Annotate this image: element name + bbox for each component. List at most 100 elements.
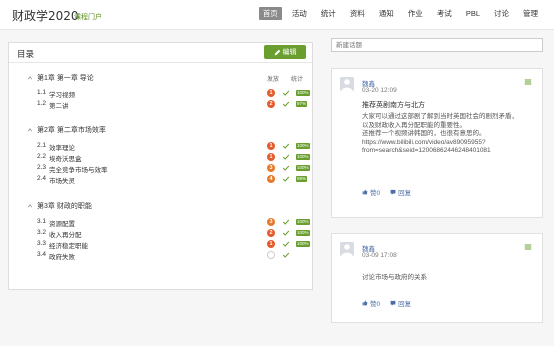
nav-materials[interactable]: 资料 bbox=[346, 7, 369, 20]
post-date: 03-09 17:08 bbox=[362, 252, 397, 259]
check-icon bbox=[282, 219, 290, 225]
toc-row[interactable]: 3.1 资源配置 3 100% bbox=[9, 218, 312, 228]
like-button[interactable]: 赞0 bbox=[362, 298, 380, 308]
check-icon bbox=[282, 176, 290, 182]
toc-title: 目录 bbox=[17, 49, 35, 59]
task-count-badge: 1 bbox=[267, 89, 275, 97]
discussion-post: 魏鑫 03-09 17:08 讨论市场与政府的关系 赞0 回复 bbox=[331, 233, 543, 323]
reply-button[interactable]: 回复 bbox=[390, 187, 411, 197]
post-actions: 赞0 回复 bbox=[362, 298, 411, 308]
toc-row[interactable]: 1.1 学习视频 1 100% bbox=[9, 89, 312, 99]
toc-row[interactable]: 2.2 埃奇沃思盒 1 100% bbox=[9, 153, 312, 163]
nav-discussion[interactable]: 讨论 bbox=[490, 7, 513, 20]
reply-button[interactable]: 回复 bbox=[390, 298, 411, 308]
toc-row[interactable]: 3.3 经济稳定职能 1 100% bbox=[9, 240, 312, 250]
col-publish-header: 发放 bbox=[267, 77, 280, 83]
user-avatar-icon bbox=[341, 79, 353, 91]
post-link-line[interactable]: from=search&seid=12006862446248401081 bbox=[362, 147, 536, 156]
section-number: 3.1 bbox=[37, 218, 47, 225]
post-body: 大家可以通过这部剧了解到当时英国社会的剧烈矛盾， 以及财政收入再分配职能的重要性… bbox=[362, 113, 536, 156]
section-name[interactable]: 学习视频 bbox=[49, 89, 75, 99]
nav-exam[interactable]: 考试 bbox=[433, 7, 456, 20]
menu-icon[interactable] bbox=[524, 243, 532, 251]
post-body-line: 还推荐一个视频讲韩国的，也很有意思的。 bbox=[362, 130, 486, 137]
section-name[interactable]: 资源配置 bbox=[49, 218, 75, 228]
post-actions: 赞0 回复 bbox=[362, 187, 411, 197]
avatar[interactable] bbox=[340, 242, 354, 256]
section-name[interactable]: 埃奇沃思盒 bbox=[49, 153, 82, 163]
nav-homework[interactable]: 作业 bbox=[404, 7, 427, 20]
nav-activity[interactable]: 活动 bbox=[288, 7, 311, 20]
reply-icon bbox=[390, 300, 396, 306]
post-body-line: 以及财政收入再分配职能的重要性。 bbox=[362, 121, 466, 129]
task-count-badge: 1 bbox=[267, 142, 275, 150]
like-count: 赞0 bbox=[370, 301, 381, 308]
task-count-badge: 1 bbox=[267, 240, 275, 248]
post-title[interactable]: 推荐英剧南方与北方 bbox=[362, 100, 425, 110]
section-name[interactable]: 市场失灵 bbox=[49, 175, 75, 185]
nav-manage[interactable]: 管理 bbox=[519, 7, 542, 20]
section-name[interactable]: 效率理论 bbox=[49, 142, 75, 152]
like-button[interactable]: 赞0 bbox=[362, 187, 380, 197]
user-avatar-icon bbox=[341, 244, 353, 256]
toc-header: 目录 编辑 bbox=[9, 43, 312, 63]
section-name[interactable]: 完全竞争市场与效率 bbox=[49, 164, 108, 174]
nav-stats[interactable]: 统计 bbox=[317, 7, 340, 20]
course-title: 财政学2020 bbox=[12, 9, 79, 23]
section-number: 2.2 bbox=[37, 153, 47, 160]
task-count-badge: 2 bbox=[267, 100, 275, 108]
completion-badge: 100% bbox=[296, 165, 310, 171]
section-number: 2.4 bbox=[37, 175, 47, 182]
menu-icon[interactable] bbox=[524, 78, 532, 86]
section-name[interactable]: 第二讲 bbox=[49, 100, 69, 110]
nav-pbl[interactable]: PBL bbox=[462, 7, 484, 20]
check-icon bbox=[282, 165, 290, 171]
completion-badge: 98% bbox=[296, 176, 308, 182]
avatar[interactable] bbox=[340, 77, 354, 91]
chevron-up-icon[interactable] bbox=[27, 75, 33, 81]
col-stats-header: 统计 bbox=[291, 77, 304, 83]
discussion-post: 魏鑫 03-20 12:09 推荐英剧南方与北方 大家可以通过这部剧了解到当时英… bbox=[331, 68, 543, 218]
thumbs-up-icon bbox=[362, 189, 368, 195]
chapter-title: 第1章 第一章 导论 bbox=[37, 75, 94, 82]
course-portal-link[interactable]: 课程门户 bbox=[74, 12, 102, 22]
toc-row[interactable]: 2.3 完全竞争市场与效率 3 100% bbox=[9, 164, 312, 174]
section-number: 1.2 bbox=[37, 100, 47, 107]
section-number: 3.2 bbox=[37, 229, 47, 236]
nav-home[interactable]: 首页 bbox=[258, 7, 282, 20]
check-icon bbox=[282, 154, 290, 160]
toc-row[interactable]: 2.4 市场失灵 4 98% bbox=[9, 175, 312, 185]
thumbs-up-icon bbox=[362, 300, 368, 306]
task-count-badge: 3 bbox=[267, 218, 275, 226]
post-link-line[interactable]: https://www.bilibili.com/video/av8909595… bbox=[362, 139, 536, 148]
completion-badge: 100% bbox=[296, 241, 310, 247]
completion-badge: 100% bbox=[296, 219, 310, 225]
toc-row[interactable]: 2.1 效率理论 1 100% bbox=[9, 142, 312, 152]
task-count-badge: 3 bbox=[267, 164, 275, 172]
task-count-badge: 1 bbox=[267, 153, 275, 161]
section-number: 1.1 bbox=[37, 89, 47, 96]
check-icon bbox=[282, 90, 290, 96]
section-name[interactable]: 经济稳定职能 bbox=[49, 240, 88, 250]
toc-row[interactable]: 3.4 政府失败 bbox=[9, 251, 312, 261]
task-count-badge: 4 bbox=[267, 175, 275, 183]
edit-button[interactable]: 编辑 bbox=[264, 45, 306, 59]
toc-row[interactable]: 1.2 第二讲 2 97% bbox=[9, 100, 312, 110]
section-name[interactable]: 政府失败 bbox=[49, 251, 75, 261]
nav-notices[interactable]: 通知 bbox=[375, 7, 398, 20]
chevron-up-icon[interactable] bbox=[27, 203, 33, 209]
section-name[interactable]: 收入再分配 bbox=[49, 229, 82, 239]
check-icon bbox=[282, 241, 290, 247]
toc-panel: 目录 编辑 发放 统计 第1章 第一章 导论 1.1 学习视频 1 100% 1… bbox=[8, 42, 313, 290]
chapter-2[interactable]: 第2章 第二章市场效率 bbox=[27, 125, 106, 135]
section-number: 2.1 bbox=[37, 142, 47, 149]
chevron-up-icon[interactable] bbox=[27, 127, 33, 133]
new-topic-input[interactable] bbox=[331, 38, 543, 52]
chapter-3[interactable]: 第3章 财政的职能 bbox=[27, 201, 92, 211]
reply-label: 回复 bbox=[398, 301, 412, 308]
toc-row[interactable]: 3.2 收入再分配 2 100% bbox=[9, 229, 312, 239]
completion-badge: 97% bbox=[296, 101, 308, 107]
edit-button-label: 编辑 bbox=[282, 49, 297, 56]
check-icon bbox=[282, 230, 290, 236]
chapter-1[interactable]: 第1章 第一章 导论 bbox=[27, 73, 94, 83]
